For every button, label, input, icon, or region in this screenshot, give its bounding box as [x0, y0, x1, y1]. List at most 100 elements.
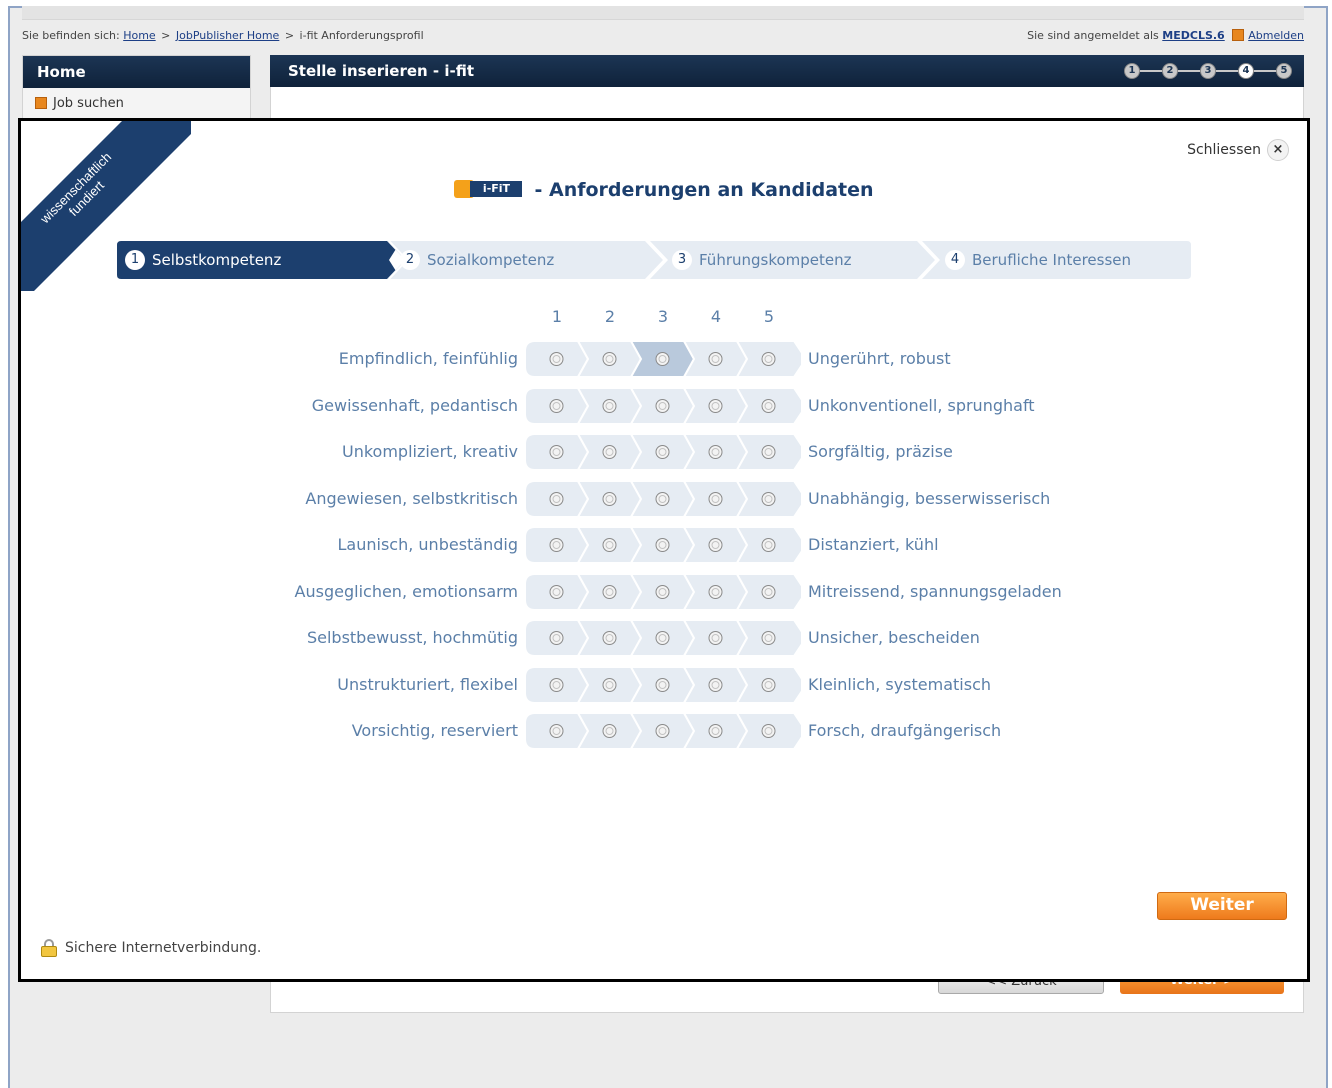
ifit-logo: i-FiT: [454, 179, 523, 199]
title-text: - Anforderungen an Kandidaten: [534, 179, 874, 201]
modal-title: i-FiT - Anforderungen an Kandidaten: [21, 179, 1307, 201]
lock-icon: [41, 939, 57, 957]
breadcrumb-link-jobpublisher[interactable]: JobPublisher Home: [176, 29, 279, 42]
radio-button[interactable]: [708, 678, 723, 692]
radio-button[interactable]: [761, 352, 776, 366]
rating-row: Unstrukturiert, flexibel Kleinlich, syste…: [21, 667, 1307, 703]
radio-button[interactable]: [708, 445, 723, 459]
sidebar-title: Home: [23, 56, 250, 88]
user-link[interactable]: MEDCLS.6: [1162, 29, 1224, 42]
radio-button[interactable]: [655, 352, 670, 366]
row-label-right: Ungerührt, robust: [808, 349, 951, 368]
sidebar-item-job-suchen[interactable]: Job suchen: [23, 88, 250, 119]
radio-button[interactable]: [655, 585, 670, 599]
radio-button[interactable]: [655, 399, 670, 413]
tab-berufliche-interessen[interactable]: 4 Berufliche Interessen: [945, 241, 1131, 279]
rating-scale: [525, 481, 801, 517]
radio-button[interactable]: [602, 724, 617, 738]
radio-button[interactable]: [655, 492, 670, 506]
row-label-left: Empfindlich, feinfühlig: [338, 349, 518, 368]
breadcrumb-bar: Sie befinden sich: Home > JobPublisher H…: [22, 28, 1304, 46]
row-label-right: Unkonventionell, sprunghaft: [808, 396, 1035, 415]
tab-fuehrungskompetenz[interactable]: 3 Führungskompetenz: [672, 241, 852, 279]
session-info: Sie sind angemeldet als MEDCLS.6 Abmelde…: [1027, 29, 1304, 42]
radio-button[interactable]: [708, 631, 723, 645]
radio-button[interactable]: [602, 538, 617, 552]
radio-button[interactable]: [761, 585, 776, 599]
row-label-right: Unabhängig, besserwisserisch: [808, 489, 1051, 508]
row-label-right: Forsch, draufgängerisch: [808, 721, 1002, 740]
radio-button[interactable]: [761, 631, 776, 645]
radio-button[interactable]: [708, 352, 723, 366]
radio-button[interactable]: [761, 724, 776, 738]
radio-button[interactable]: [708, 399, 723, 413]
session-prefix: Sie sind angemeldet als: [1027, 29, 1159, 42]
logo-text: i-FiT: [470, 181, 523, 197]
radio-button[interactable]: [549, 724, 564, 738]
logout-link[interactable]: Abmelden: [1248, 29, 1304, 42]
rating-row: Unkompliziert, kreativ Sorgfältig, präzis…: [21, 434, 1307, 470]
row-label-left: Unkompliziert, kreativ: [341, 442, 518, 461]
radio-button[interactable]: [655, 445, 670, 459]
close-icon[interactable]: ×: [1267, 139, 1289, 161]
close-button[interactable]: Schliessen ×: [1187, 139, 1289, 161]
progress-indicator: 1 2 3 4 5: [1124, 63, 1294, 79]
tab-number: 2: [400, 250, 420, 270]
radio-button[interactable]: [761, 678, 776, 692]
radio-button[interactable]: [549, 445, 564, 459]
radio-button[interactable]: [708, 492, 723, 506]
step-tabs: 1 Selbstkompetenz 2 Sozialkompetenz 3 Fü…: [117, 241, 1191, 279]
radio-button[interactable]: [761, 492, 776, 506]
rating-row: Angewiesen, selbstkritisch Unabhängig, be…: [21, 481, 1307, 517]
radio-button[interactable]: [708, 538, 723, 552]
tab-sozialkompetenz[interactable]: 2 Sozialkompetenz: [400, 241, 554, 279]
radio-button[interactable]: [655, 724, 670, 738]
rating-scale: [525, 713, 801, 749]
progress-step: 3: [1200, 63, 1216, 79]
radio-button[interactable]: [602, 631, 617, 645]
radio-button[interactable]: [549, 631, 564, 645]
tab-selbstkompetenz[interactable]: 1 Selbstkompetenz: [125, 241, 281, 279]
tab-label: Selbstkompetenz: [152, 251, 282, 269]
weiter-button[interactable]: Weiter: [1157, 892, 1287, 920]
tab-number: 1: [125, 250, 145, 270]
radio-button[interactable]: [602, 352, 617, 366]
radio-button[interactable]: [602, 445, 617, 459]
radio-button[interactable]: [761, 445, 776, 459]
sidebar-item-label: Job suchen: [53, 96, 124, 111]
breadcrumb-link-home[interactable]: Home: [123, 29, 155, 42]
radio-button[interactable]: [708, 585, 723, 599]
rating-scale: [525, 667, 801, 703]
radio-button[interactable]: [761, 538, 776, 552]
scale-label: 3: [657, 307, 669, 326]
row-label-right: Distanziert, kühl: [808, 535, 939, 554]
scale-label: 5: [763, 307, 775, 326]
rating-scale: [525, 620, 801, 656]
close-label: Schliessen: [1187, 142, 1261, 158]
row-label-right: Mitreissend, spannungsgeladen: [808, 582, 1062, 601]
rating-row: Selbstbewusst, hochmütig Unsicher, besche…: [21, 620, 1307, 656]
row-label-left: Ausgeglichen, emotionsarm: [294, 582, 518, 601]
rating-row: Gewissenhaft, pedantisch Unkonventionell,…: [21, 388, 1307, 424]
progress-step: 2: [1162, 63, 1178, 79]
row-label-right: Kleinlich, systematisch: [808, 675, 992, 694]
radio-button[interactable]: [549, 585, 564, 599]
breadcrumb: Sie befinden sich: Home > JobPublisher H…: [22, 29, 424, 42]
radio-button[interactable]: [549, 492, 564, 506]
radio-button[interactable]: [602, 492, 617, 506]
radio-button[interactable]: [602, 678, 617, 692]
radio-button[interactable]: [655, 631, 670, 645]
radio-button[interactable]: [655, 538, 670, 552]
secure-connection: Sichere Internetverbindung.: [41, 939, 261, 957]
radio-button[interactable]: [602, 585, 617, 599]
breadcrumb-current: i-fit Anforderungsprofil: [299, 29, 424, 42]
radio-button[interactable]: [549, 678, 564, 692]
bullet-icon: [35, 97, 47, 109]
radio-button[interactable]: [761, 399, 776, 413]
radio-button[interactable]: [549, 399, 564, 413]
radio-button[interactable]: [549, 352, 564, 366]
radio-button[interactable]: [708, 724, 723, 738]
radio-button[interactable]: [549, 538, 564, 552]
radio-button[interactable]: [602, 399, 617, 413]
radio-button[interactable]: [655, 678, 670, 692]
